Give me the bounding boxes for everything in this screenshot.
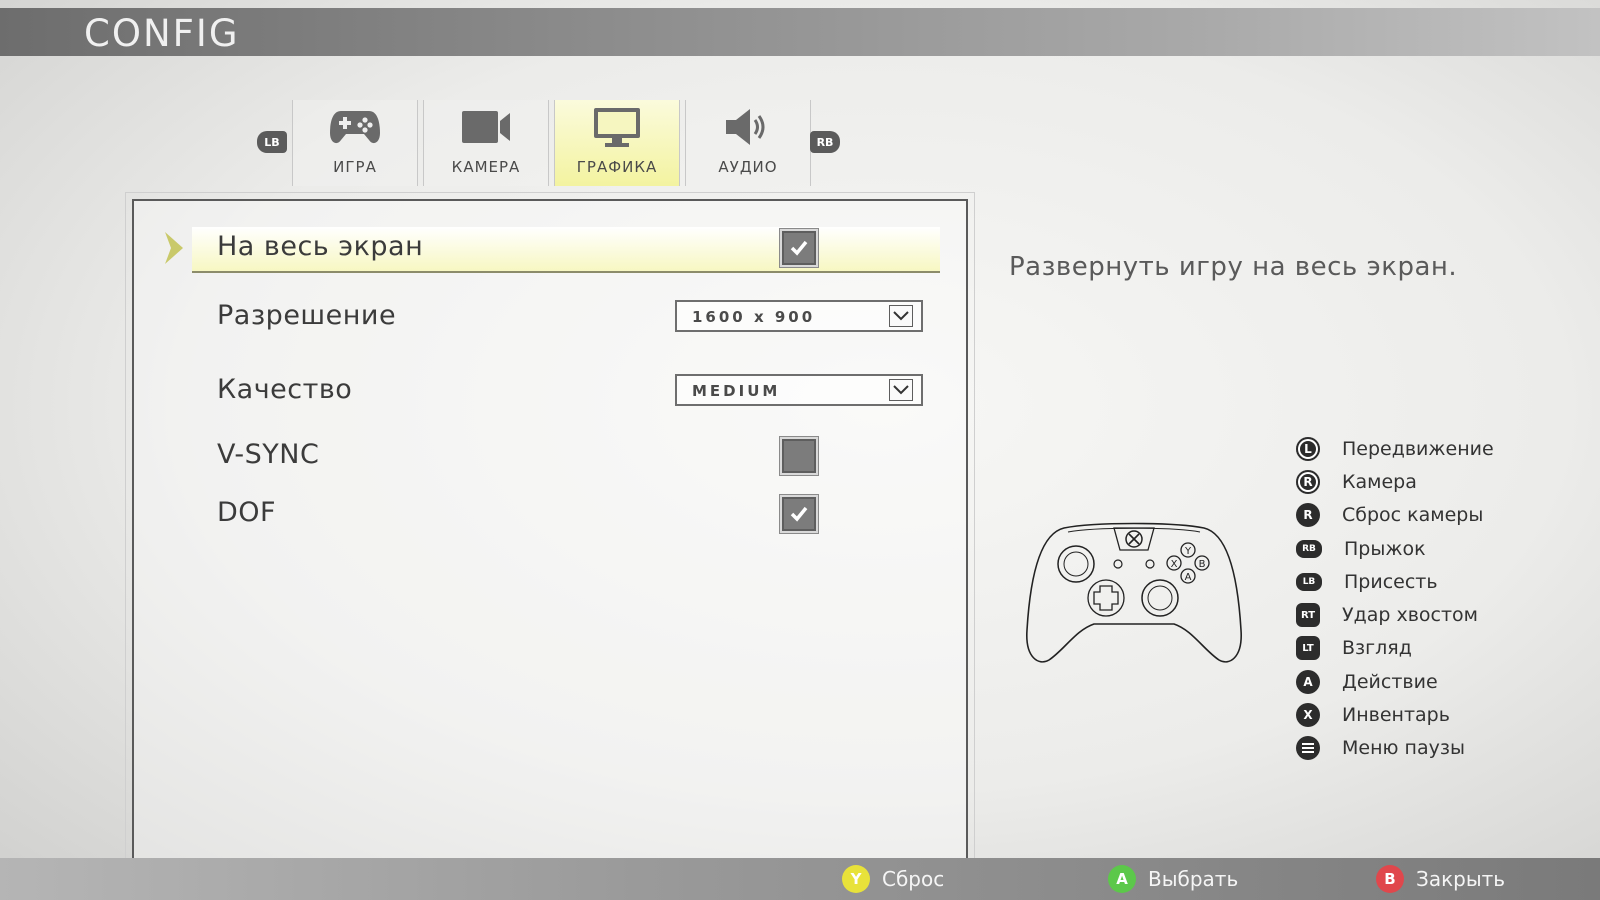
x-button-icon: X <box>1296 703 1320 728</box>
legend-item: X Инвентарь <box>1296 698 1494 731</box>
setting-label: Качество <box>217 374 353 405</box>
svg-text:A: A <box>1185 572 1192 583</box>
checkmark-icon <box>790 240 808 256</box>
legend-label: Присесть <box>1344 570 1438 593</box>
legend-label: Камера <box>1342 470 1417 493</box>
vsync-checkbox[interactable] <box>782 439 816 473</box>
camera-icon <box>458 104 514 150</box>
legend-label: Взгляд <box>1342 637 1412 660</box>
controls-legend: L Передвижение R Камера R Сброс камеры R… <box>1296 432 1494 765</box>
checkmark-icon <box>790 506 808 522</box>
hint-label: Выбрать <box>1148 867 1239 891</box>
left-stick-icon: L <box>1296 436 1320 461</box>
gamepad-icon <box>327 104 383 150</box>
legend-item: L Передвижение <box>1296 432 1494 465</box>
title-bar: CONFIG <box>0 8 1600 56</box>
tab-game[interactable]: ИГРА <box>292 100 418 186</box>
close-hint[interactable]: B Закрыть <box>1376 865 1505 893</box>
chevron-down-icon[interactable] <box>889 379 913 401</box>
legend-item: A Действие <box>1296 665 1494 698</box>
hint-label: Сброс <box>882 867 945 891</box>
setting-row-dof[interactable]: DOF <box>192 493 940 537</box>
setting-row-quality[interactable]: Качество MEDIUM <box>192 370 940 414</box>
controller-icon: Y X B A <box>1026 522 1242 663</box>
selection-arrow-icon <box>165 232 183 264</box>
legend-label: Удар хвостом <box>1342 604 1478 627</box>
setting-label: V-SYNC <box>217 439 320 470</box>
svg-text:Y: Y <box>1184 546 1192 557</box>
legend-item: LT Взгляд <box>1296 632 1494 665</box>
a-button-icon: A <box>1296 669 1320 694</box>
setting-row-vsync[interactable]: V-SYNC <box>192 435 940 479</box>
tab-label: АУДИО <box>718 158 778 176</box>
legend-label: Передвижение <box>1342 437 1494 460</box>
legend-item: RT Удар хвостом <box>1296 598 1494 631</box>
setting-row-resolution[interactable]: Разрешение 1600 x 900 <box>192 296 940 340</box>
legend-item: R Камера <box>1296 465 1494 498</box>
legend-label: Действие <box>1342 670 1438 693</box>
select-hint[interactable]: A Выбрать <box>1108 865 1238 893</box>
b-button-icon: B <box>1376 865 1404 893</box>
lb-bumper-hint[interactable]: LB <box>257 131 287 153</box>
legend-item: LB Присесть <box>1296 565 1494 598</box>
right-stick-icon: R <box>1296 469 1320 494</box>
legend-item: Меню паузы <box>1296 732 1494 765</box>
right-stick-click-icon: R <box>1296 503 1320 528</box>
quality-dropdown[interactable]: MEDIUM <box>675 374 923 406</box>
hint-label: Закрыть <box>1416 867 1506 891</box>
rb-button-icon: RB <box>1296 539 1322 558</box>
setting-row-fullscreen[interactable]: На весь экран <box>192 227 940 273</box>
rt-trigger-icon: RT <box>1296 603 1320 628</box>
legend-label: Инвентарь <box>1342 704 1450 727</box>
speaker-icon <box>720 104 776 150</box>
dropdown-value: MEDIUM <box>692 382 781 400</box>
legend-label: Прыжок <box>1344 537 1426 560</box>
page-title: CONFIG <box>84 12 240 55</box>
tab-label: ИГРА <box>333 158 377 176</box>
rb-bumper-hint[interactable]: RB <box>810 131 840 153</box>
tab-audio[interactable]: АУДИО <box>685 100 811 186</box>
tab-bar: ИГРА КАМЕРА ГРАФИКА АУДИО <box>292 100 816 186</box>
menu-button-icon <box>1296 736 1320 761</box>
setting-description: Развернуть игру на весь экран. <box>1009 252 1458 282</box>
legend-item: R Сброс камеры <box>1296 499 1494 532</box>
setting-label: DOF <box>217 497 277 528</box>
setting-label: На весь экран <box>217 231 424 262</box>
reset-hint[interactable]: Y Сброс <box>842 865 944 893</box>
lb-button-icon: LB <box>1296 572 1322 591</box>
lt-trigger-icon: LT <box>1296 636 1320 661</box>
legend-item: RB Прыжок <box>1296 532 1494 565</box>
monitor-icon <box>589 104 645 150</box>
setting-label: Разрешение <box>217 300 397 331</box>
tab-camera[interactable]: КАМЕРА <box>423 100 549 186</box>
legend-label: Сброс камеры <box>1342 504 1484 527</box>
y-button-icon: Y <box>842 865 870 893</box>
tab-graphics[interactable]: ГРАФИКА <box>554 100 680 186</box>
tab-label: ГРАФИКА <box>576 158 658 176</box>
button-hint-bar: Y Сброс A Выбрать B Закрыть <box>0 858 1600 900</box>
dof-checkbox[interactable] <box>782 497 816 531</box>
svg-text:X: X <box>1171 559 1178 570</box>
tab-label: КАМЕРА <box>451 158 521 176</box>
chevron-down-icon[interactable] <box>889 305 913 327</box>
legend-label: Меню паузы <box>1342 737 1465 760</box>
a-button-icon: A <box>1108 865 1136 893</box>
fullscreen-checkbox[interactable] <box>782 231 816 265</box>
svg-text:B: B <box>1199 559 1206 570</box>
dropdown-value: 1600 x 900 <box>692 308 816 326</box>
resolution-dropdown[interactable]: 1600 x 900 <box>675 300 923 332</box>
